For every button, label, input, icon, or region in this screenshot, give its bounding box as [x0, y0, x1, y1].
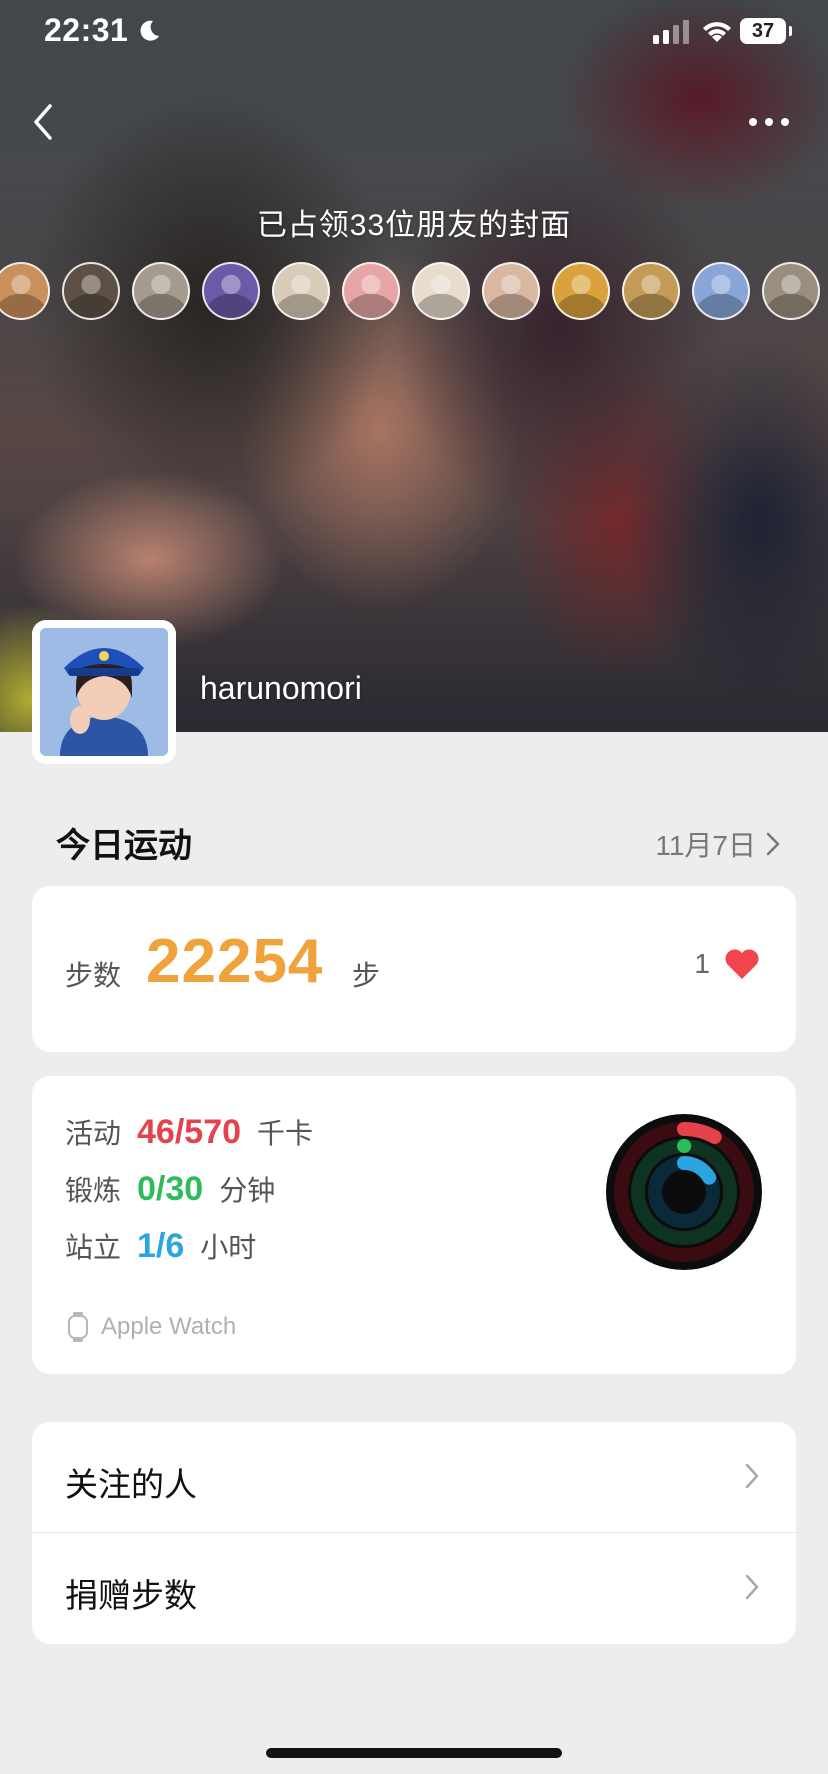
source-label: Apple Watch: [101, 1313, 237, 1340]
like-count: 1: [694, 948, 710, 979]
friend-avatar[interactable]: [272, 262, 330, 320]
watch-icon: [68, 1312, 88, 1342]
status-time: 22:31: [44, 12, 129, 48]
activity-rings: [606, 1114, 762, 1270]
friend-avatar[interactable]: [202, 262, 260, 320]
move-row: 活动 46/570 千卡: [65, 1112, 313, 1152]
friend-avatar[interactable]: [342, 262, 400, 320]
stand-row: 站立 1/6 小时: [65, 1226, 256, 1266]
steps-value: 22254: [146, 927, 324, 996]
chevron-right-icon: [745, 1574, 759, 1600]
friend-avatar[interactable]: [0, 262, 50, 320]
section-title-today: 今日运动: [56, 827, 192, 865]
battery-nub: [789, 26, 792, 36]
steps-card[interactable]: 步数 22254 步 1: [32, 886, 796, 1052]
friend-avatar[interactable]: [132, 262, 190, 320]
user-avatar[interactable]: [32, 620, 176, 764]
stand-label: 站立: [65, 1232, 122, 1263]
battery-indicator: 37: [740, 18, 786, 44]
exercise-unit: 分钟: [219, 1175, 276, 1206]
menu-item-following[interactable]: 关注的人: [32, 1422, 796, 1532]
exercise-value: 0/30: [137, 1170, 204, 1208]
stand-value: 1/6: [137, 1227, 185, 1265]
move-value: 46/570: [137, 1113, 242, 1151]
username: harunomori: [200, 670, 362, 706]
cover-occupy-text: 已占领33位朋友的封面: [256, 209, 572, 242]
heart-icon: [725, 949, 759, 979]
data-source: Apple Watch: [65, 1312, 236, 1342]
friend-avatar[interactable]: [692, 262, 750, 320]
exercise-row: 锻炼 0/30 分钟: [65, 1169, 275, 1209]
chevron-right-icon: [745, 1463, 759, 1489]
date-selector[interactable]: 11月7日: [655, 824, 780, 864]
friend-avatar[interactable]: [762, 262, 820, 320]
friend-avatar[interactable]: [412, 262, 470, 320]
exercise-label: 锻炼: [65, 1175, 122, 1206]
back-button[interactable]: [28, 100, 68, 144]
avatar-portrait-icon: [40, 628, 168, 756]
avatar-photo: [40, 628, 168, 756]
activity-card[interactable]: 活动 46/570 千卡 锻炼 0/30 分钟 站立 1/6 小时 Apple …: [32, 1076, 796, 1374]
chevron-right-icon: [766, 832, 780, 856]
more-button[interactable]: [746, 110, 792, 134]
friend-avatar[interactable]: [62, 262, 120, 320]
date-label: 11月7日: [655, 830, 756, 861]
menu-item-label: 关注的人: [65, 1466, 197, 1503]
friends-avatar-row: [0, 262, 828, 324]
move-unit: 千卡: [257, 1118, 314, 1149]
menu-item-donate-steps[interactable]: 捐赠步数: [32, 1533, 796, 1643]
friend-avatar[interactable]: [482, 262, 540, 320]
move-label: 活动: [65, 1118, 122, 1149]
signal-icon: [653, 20, 689, 44]
moon-icon: [140, 20, 159, 41]
like-button[interactable]: 1: [694, 948, 760, 980]
friend-avatar[interactable]: [552, 262, 610, 320]
stand-unit: 小时: [200, 1232, 257, 1263]
rings-background: [606, 1114, 762, 1270]
friend-avatar[interactable]: [622, 262, 680, 320]
wifi-icon: [703, 22, 731, 42]
home-indicator[interactable]: [266, 1748, 562, 1758]
steps-label: 步数: [65, 960, 122, 991]
steps-unit: 步: [352, 960, 381, 991]
menu-item-label: 捐赠步数: [65, 1577, 197, 1614]
menu-card: 关注的人 捐赠步数: [32, 1422, 796, 1644]
